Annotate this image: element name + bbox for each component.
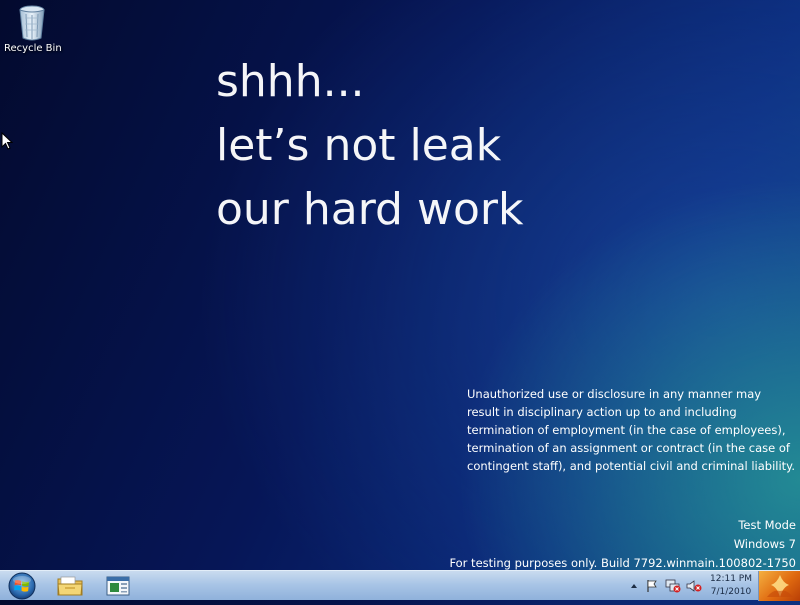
taskbar: 12:11 PM 7/1/2010 <box>0 570 800 601</box>
headline-line: our hard work <box>216 184 524 235</box>
desktop-icon-label: Recycle Bin <box>4 43 62 54</box>
wallpaper-disclaimer: Unauthorized use or disclosure in any ma… <box>467 387 795 473</box>
taskbar-button-application[interactable] <box>96 572 140 599</box>
app-window-icon <box>106 576 130 596</box>
clock-time: 12:11 PM <box>710 574 752 584</box>
mouse-cursor-icon <box>1 132 13 150</box>
show-desktop-button[interactable] <box>758 571 800 601</box>
wallpaper-headline: shhh... let’s not leak our hard work <box>216 50 523 242</box>
wallpaper-thumbnail-icon <box>767 575 793 597</box>
flag-icon[interactable] <box>645 579 659 593</box>
clock-date: 7/1/2010 <box>710 587 752 597</box>
folder-icon <box>57 576 83 596</box>
taskbar-button-explorer[interactable] <box>48 572 92 599</box>
start-button[interactable] <box>2 571 42 601</box>
desktop: Recycle Bin shhh... let’s not leak our h… <box>0 0 800 570</box>
headline-line: shhh... <box>216 56 365 107</box>
watermark-test-mode: Test Mode <box>738 518 796 532</box>
desktop-icon-recycle-bin[interactable]: Recycle Bin <box>4 4 62 54</box>
network-icon[interactable] <box>665 579 681 593</box>
windows-logo-icon <box>8 572 36 600</box>
speaker-muted-icon[interactable] <box>686 579 702 593</box>
recycle-bin-icon <box>19 5 45 41</box>
chevron-up-icon[interactable] <box>629 581 639 591</box>
taskbar-clock[interactable]: 12:11 PM 7/1/2010 <box>706 573 756 599</box>
test-mode-watermark: Test Mode Windows 7 For testing purposes… <box>449 516 796 573</box>
headline-line: let’s not leak <box>216 120 502 171</box>
watermark-os-name: Windows 7 <box>733 537 796 551</box>
